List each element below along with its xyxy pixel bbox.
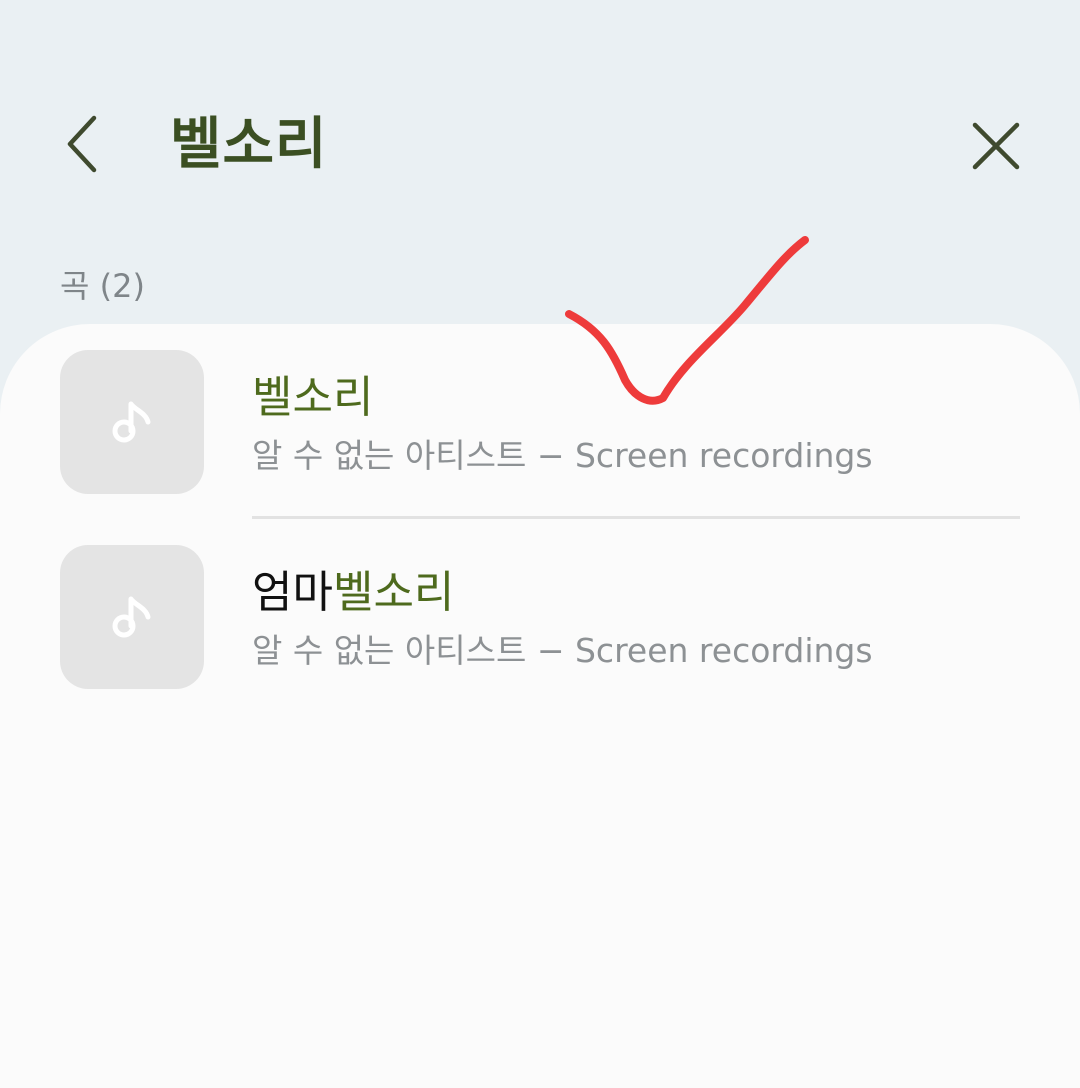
song-subtitle: 알 수 없는 아티스트 − Screen recordings [252, 436, 873, 475]
music-note-icon [112, 401, 151, 443]
list-divider [252, 516, 1020, 519]
music-note-icon [112, 596, 151, 638]
song-title-match: 벨소리 [332, 567, 455, 618]
back-button[interactable] [52, 112, 112, 176]
song-list-item[interactable]: 벨소리 알 수 없는 아티스트 − Screen recordings [0, 350, 1080, 496]
album-art-thumbnail [60, 545, 204, 689]
page-title: 벨소리 [170, 112, 328, 177]
song-list-item[interactable]: 엄마벨소리 알 수 없는 아티스트 − Screen recordings [0, 545, 1080, 691]
album-art-thumbnail [60, 350, 204, 494]
section-label-songs: 곡 (2) [60, 267, 145, 305]
header: 벨소리 [0, 90, 1080, 200]
chevron-left-icon [67, 115, 97, 173]
song-title: 벨소리 [252, 366, 373, 430]
close-button[interactable] [964, 114, 1028, 178]
song-title-prefix: 엄마 [252, 567, 333, 618]
close-icon [972, 122, 1020, 170]
search-results-screen: 벨소리 곡 (2) 벨소리 알 수 없는 아티스트 − Screen recor… [0, 0, 1080, 1088]
song-title: 엄마벨소리 [252, 561, 454, 625]
song-subtitle: 알 수 없는 아티스트 − Screen recordings [252, 631, 873, 670]
song-title-match: 벨소리 [252, 372, 374, 423]
